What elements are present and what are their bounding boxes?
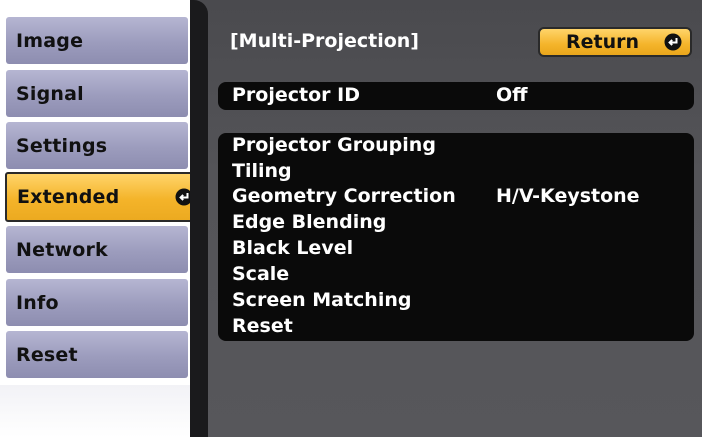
return-button-label: Return [566,31,640,53]
panel-divider [190,0,208,437]
enter-icon [664,33,682,51]
page-title: [Multi-Projection] [230,30,419,52]
sidebar-item-label: Reset [16,343,78,366]
sidebar-item-label: Image [16,29,84,52]
sidebar-item-image[interactable]: Image [6,17,188,64]
sidebar-item-label: Settings [16,134,108,157]
sidebar-item-signal[interactable]: Signal [6,70,188,117]
sidebar-item-label: Signal [16,82,84,105]
sidebar-item-label: Network [16,238,108,261]
sidebar-item-label: Info [16,291,59,314]
menu-item-screen-matching[interactable]: Screen Matching [232,289,411,311]
sidebar-empty-area [0,385,190,437]
sidebar-item-network[interactable]: Network [6,226,188,273]
menu-item-scale[interactable]: Scale [232,263,289,285]
menu-item-black-level[interactable]: Black Level [232,237,353,259]
menu-item-edge-blending[interactable]: Edge Blending [232,211,386,233]
sidebar: Image Signal Settings Extended Network I… [0,0,210,437]
menu-item-tiling[interactable]: Tiling [232,160,292,182]
menu-item-geometry-correction[interactable]: Geometry Correction [232,185,456,207]
return-button[interactable]: Return [538,27,692,57]
geometry-correction-value: H/V-Keystone [496,185,640,207]
projector-id-label: Projector ID [232,84,360,106]
menu-item-reset[interactable]: Reset [232,315,293,337]
sidebar-item-label: Extended [17,186,120,208]
menu-item-projector-grouping[interactable]: Projector Grouping [232,134,436,156]
sidebar-item-extended[interactable]: Extended [5,172,201,222]
sidebar-item-reset[interactable]: Reset [6,331,188,378]
sidebar-item-settings[interactable]: Settings [6,122,188,169]
sidebar-item-info[interactable]: Info [6,279,188,326]
projector-id-value: Off [496,84,528,106]
